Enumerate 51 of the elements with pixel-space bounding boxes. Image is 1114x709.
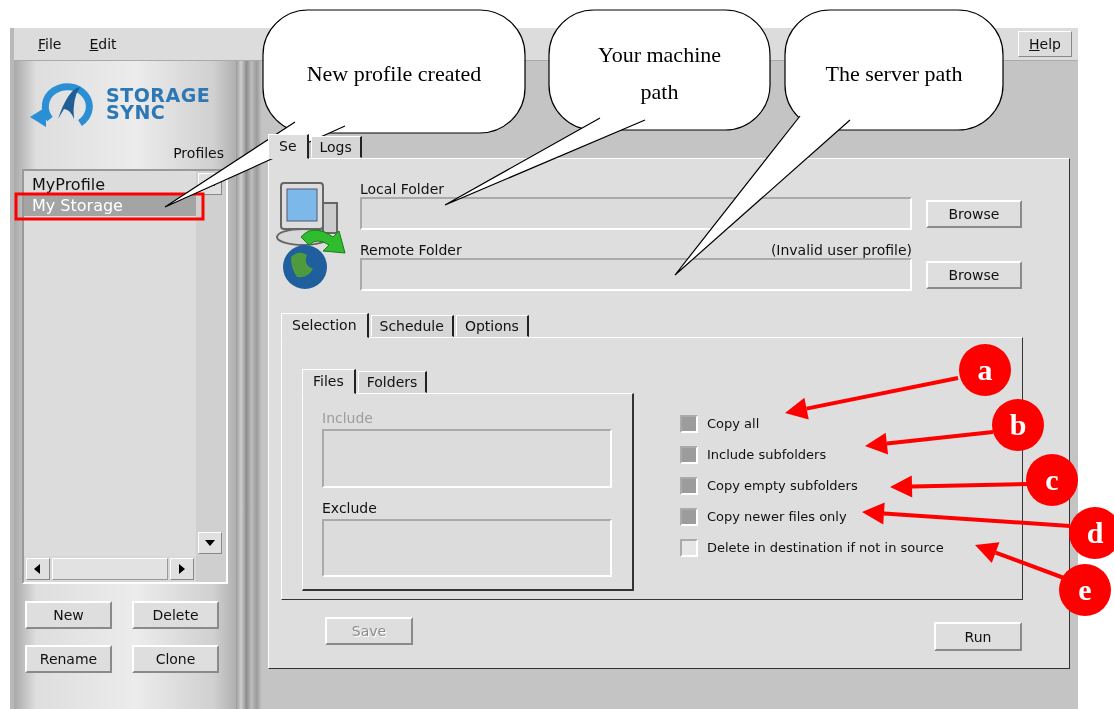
profile-button[interactable]: New <box>25 601 112 629</box>
field-label: Local Folder <box>360 181 445 197</box>
profile-item[interactable]: MyProfile <box>24 174 196 195</box>
checkbox-label: Copy all <box>707 416 760 431</box>
browse-button[interactable]: Browse <box>926 260 1022 289</box>
checkbox[interactable] <box>680 476 698 495</box>
menu-item[interactable]: File <box>34 33 66 55</box>
callout-text: New profile created <box>305 60 483 88</box>
scroll-left-button[interactable] <box>26 558 50 580</box>
remote-folder-field[interactable] <box>360 258 912 291</box>
browse-button[interactable]: Browse <box>926 199 1022 228</box>
scroll-down-button[interactable] <box>198 532 222 554</box>
field-label: Exclude <box>322 499 378 516</box>
menu-item[interactable]: Edit <box>85 33 121 55</box>
letter-badge: e <box>1059 564 1111 616</box>
profile-button[interactable]: Delete <box>132 601 219 629</box>
scrollbar-corner <box>196 556 226 582</box>
logo-text: SYNC <box>106 104 166 121</box>
exclude-field[interactable] <box>322 518 612 577</box>
letter-badge: d <box>1069 507 1114 559</box>
checkbox-label: Copy empty subfolders <box>707 478 858 493</box>
scroll-right-button[interactable] <box>170 558 194 580</box>
callout-text: The server path <box>824 60 964 88</box>
checkbox-label: Include subfolders <box>707 447 827 462</box>
tab[interactable]: Logs <box>310 136 362 158</box>
tab[interactable]: Options <box>455 315 529 337</box>
callout-text: Your machine path <box>597 41 722 106</box>
checkbox[interactable] <box>680 414 698 433</box>
vertical-scrollbar[interactable] <box>196 171 226 556</box>
checkbox[interactable] <box>680 507 698 526</box>
tab[interactable]: Files <box>302 369 356 394</box>
scroll-thumb[interactable] <box>52 558 168 580</box>
checkbox-label: Copy newer files only <box>707 509 847 524</box>
run-button[interactable]: Run <box>934 622 1022 651</box>
logo-text: STORAGE <box>106 87 211 104</box>
profile-button[interactable]: Rename <box>25 645 112 673</box>
tab[interactable]: Se <box>268 134 309 159</box>
profile-button[interactable]: Clone <box>132 645 219 673</box>
tab[interactable]: Schedule <box>370 315 454 337</box>
field-label: Include <box>322 410 374 426</box>
profiles-label: Profiles <box>173 145 224 161</box>
checkbox-label: Delete in destination if not in source <box>707 540 944 555</box>
field-label: Remote Folder <box>360 242 462 258</box>
local-folder-field[interactable] <box>360 197 912 230</box>
checkbox[interactable] <box>680 538 698 557</box>
splitter-handle[interactable] <box>236 61 262 709</box>
horizontal-scrollbar[interactable] <box>24 556 196 582</box>
tab[interactable]: Folders <box>357 371 428 393</box>
tab[interactable]: Selection <box>281 313 369 338</box>
checkbox[interactable] <box>680 445 698 464</box>
status-note: (Invalid user profile) <box>770 242 912 258</box>
